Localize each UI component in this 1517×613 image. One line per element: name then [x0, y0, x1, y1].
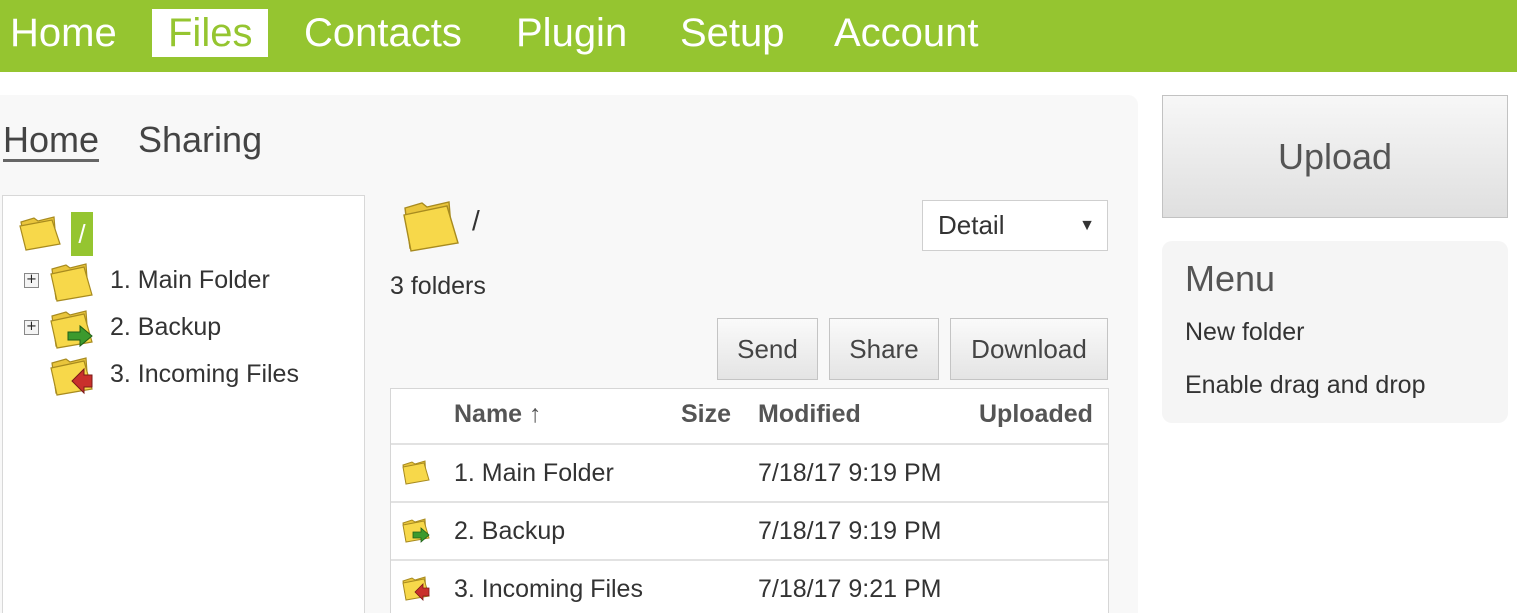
divider [391, 501, 1108, 503]
column-header-size[interactable]: Size [681, 400, 731, 429]
row-modified: 7/18/17 9:19 PM [758, 517, 942, 545]
row-modified: 7/18/17 9:19 PM [758, 459, 942, 487]
tab-sharing[interactable]: Sharing [138, 118, 262, 162]
folder-icon [18, 212, 64, 252]
column-header-name[interactable]: Name ↑ [454, 400, 542, 429]
folder-incoming-icon [48, 353, 96, 397]
view-mode-value: Detail [938, 210, 1005, 240]
send-button[interactable]: Send [717, 318, 818, 380]
current-path: / [472, 205, 480, 236]
expand-backup-button[interactable]: + [24, 320, 39, 335]
menu-item-enable-drag-and-drop[interactable]: Enable drag and drop [1185, 371, 1425, 400]
row-modified: 7/18/17 9:21 PM [758, 575, 942, 603]
nav-home[interactable]: Home [0, 9, 133, 57]
tree-root-item[interactable]: / [71, 212, 93, 256]
nav-plugin[interactable]: Plugin [500, 9, 643, 57]
upload-button[interactable]: Upload [1162, 95, 1508, 218]
tree-item-main-folder[interactable]: 1. Main Folder [110, 260, 270, 300]
view-mode-select[interactable]: Detail ▼ [922, 200, 1108, 251]
top-nav: Home Files Contacts Plugin Setup Account [0, 0, 1517, 72]
folder-count: 3 folders [390, 272, 486, 300]
nav-files[interactable]: Files [152, 9, 269, 57]
tab-home[interactable]: Home [3, 118, 100, 162]
folder-tree [2, 195, 365, 613]
row-name: 2. Backup [454, 517, 566, 545]
download-button[interactable]: Download [950, 318, 1108, 380]
divider [391, 559, 1108, 561]
nav-contacts[interactable]: Contacts [288, 9, 478, 57]
current-folder-icon [400, 196, 462, 254]
nav-account[interactable]: Account [818, 9, 995, 57]
tree-item-backup[interactable]: 2. Backup [110, 307, 221, 347]
folder-backup-icon [48, 306, 96, 350]
column-header-modified[interactable]: Modified [758, 400, 861, 429]
folder-icon [48, 259, 96, 303]
menu-title: Menu [1185, 258, 1276, 299]
tree-item-incoming-files[interactable]: 3. Incoming Files [110, 354, 299, 394]
folder-incoming-icon [401, 574, 431, 602]
caret-down-icon: ▼ [1079, 217, 1095, 234]
expand-main-folder-button[interactable]: + [24, 273, 39, 288]
folder-backup-icon [401, 516, 431, 544]
column-header-uploaded[interactable]: Uploaded [979, 400, 1093, 429]
folder-icon [401, 458, 431, 486]
divider [391, 443, 1108, 445]
nav-setup[interactable]: Setup [664, 9, 801, 57]
menu-item-new-folder[interactable]: New folder [1185, 318, 1305, 347]
row-name: 3. Incoming Files [454, 575, 643, 603]
row-name: 1. Main Folder [454, 459, 614, 487]
share-button[interactable]: Share [829, 318, 939, 380]
